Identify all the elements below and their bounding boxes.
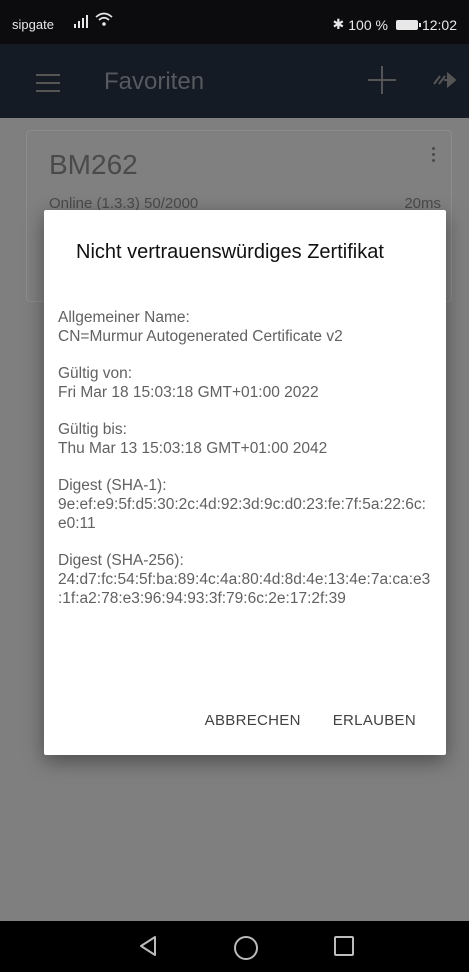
- cert-field-label: Gültig von:: [58, 365, 133, 382]
- page-title: Favoriten: [104, 68, 205, 95]
- cert-valid-from: Gültig von: Fri Mar 18 15:03:18 GMT+01:0…: [58, 364, 434, 402]
- menu-icon[interactable]: [36, 74, 60, 98]
- wifi-icon: [95, 12, 113, 26]
- battery-text: 100 %: [348, 16, 388, 33]
- signal-icon: [74, 14, 88, 28]
- cert-sha256: Digest (SHA-256): 24:d7:fc:54:5f:ba:89:4…: [58, 551, 434, 608]
- battery-icon: [395, 19, 421, 30]
- cert-field-label: Digest (SHA-1):: [58, 477, 167, 494]
- server-name: BM262: [49, 149, 138, 180]
- recents-icon[interactable]: [334, 936, 354, 956]
- cert-field-label: Gültig bis:: [58, 421, 127, 438]
- bluetooth-icon: ✱: [332, 16, 345, 32]
- dialog-buttons: ABBRECHEN ERLAUBEN: [205, 712, 416, 729]
- cert-field-value: CN=Murmur Autogenerated Certificate v2: [58, 328, 343, 345]
- navigation-bar: [0, 921, 469, 972]
- plus-icon[interactable]: [368, 66, 396, 94]
- more-options-icon[interactable]: [432, 147, 435, 165]
- cert-valid-until: Gültig bis: Thu Mar 13 15:03:18 GMT+01:0…: [58, 420, 434, 458]
- cert-sha1: Digest (SHA-1): 9e:ef:e9:5f:d5:30:2c:4d:…: [58, 476, 434, 533]
- status-right: ✱ 100 % 12:02: [333, 16, 457, 33]
- cert-field-label: Allgemeiner Name:: [58, 309, 190, 326]
- status-bar: sipgate ✱ 100 % 12:02: [0, 0, 469, 44]
- clock: 12:02: [421, 16, 457, 33]
- connect-arrow-icon[interactable]: [430, 68, 458, 92]
- dialog-title: Nicht vertrauenswürdiges Zertifikat: [76, 241, 384, 263]
- allow-button[interactable]: ERLAUBEN: [333, 712, 416, 729]
- certificate-dialog: Nicht vertrauenswürdiges Zertifikat Allg…: [44, 210, 446, 755]
- cert-field-value: 24:d7:fc:54:5f:ba:89:4c:4a:80:4d:8d:4e:1…: [58, 571, 431, 607]
- cert-field-value: Fri Mar 18 15:03:18 GMT+01:00 2022: [58, 384, 319, 401]
- cert-field-label: Digest (SHA-256):: [58, 552, 184, 569]
- cert-field-value: Thu Mar 13 15:03:18 GMT+01:00 2042: [58, 440, 328, 457]
- cert-field-value: 9e:ef:e9:5f:d5:30:2c:4d:92:3d:9c:d0:23:f…: [58, 496, 426, 532]
- home-icon[interactable]: [234, 936, 258, 960]
- cert-common-name: Allgemeiner Name: CN=Murmur Autogenerate…: [58, 308, 434, 346]
- carrier-label: sipgate: [12, 17, 54, 32]
- back-icon[interactable]: [137, 934, 159, 958]
- cancel-button[interactable]: ABBRECHEN: [205, 712, 301, 729]
- app-bar: Favoriten: [0, 44, 469, 118]
- dialog-content: Allgemeiner Name: CN=Murmur Autogenerate…: [58, 308, 434, 626]
